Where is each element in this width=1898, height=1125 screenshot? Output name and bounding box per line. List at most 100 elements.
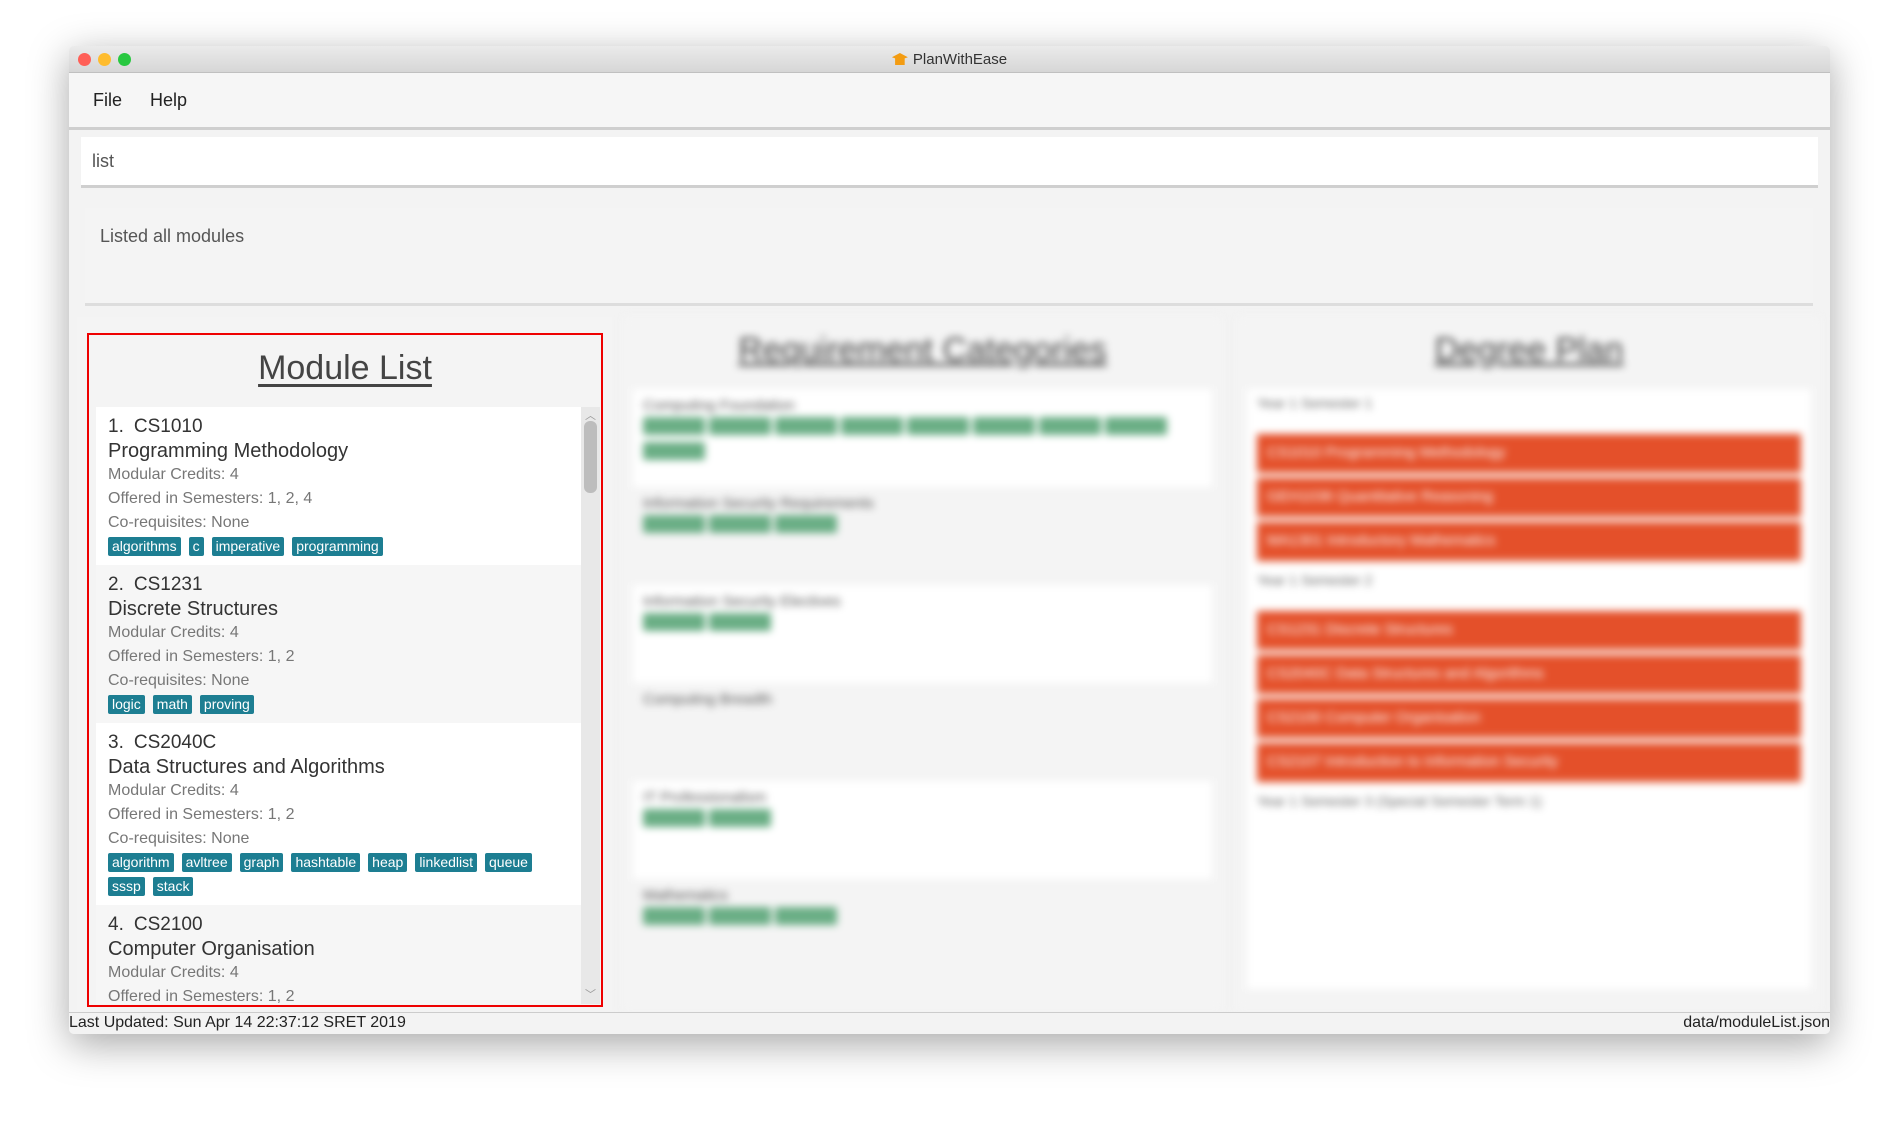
module-semesters: Offered in Semesters: 1, 2, 4 xyxy=(108,490,313,507)
category-module-tag xyxy=(1105,417,1167,435)
requirement-category[interactable]: Computing Foundation xyxy=(633,389,1212,487)
semester-credits xyxy=(1247,411,1811,430)
module-tag: imperative xyxy=(211,537,285,556)
title-bar: PlanWithEase xyxy=(69,46,1830,73)
module-tag: hashtable xyxy=(291,853,361,872)
module-list: 1. CS1010 Programming Methodology Modular C… xyxy=(96,407,600,1004)
module-corequisites: Co-requisites: None xyxy=(108,672,250,689)
last-updated: Last Updated: Sun Apr 14 22:37:12 SRET 2… xyxy=(69,1014,406,1031)
module-code-text: CS2040C xyxy=(133,732,217,753)
module-card[interactable]: 1. CS1010 Programming Methodology Modular C… xyxy=(96,407,583,565)
app-window: PlanWithEase File Help list Listed all m… xyxy=(69,46,1830,1034)
semester-label: Year 1 Semester 2 xyxy=(1257,572,1373,588)
module-card[interactable]: 4. CS2100 Computer Organisation Modular Cre… xyxy=(96,905,583,1004)
module-semesters: Offered in Semesters: 1, 2 xyxy=(108,806,295,823)
module-tags: logic math proving xyxy=(108,695,571,714)
module-semesters: Offered in Semesters: 1, 2 xyxy=(108,648,295,665)
command-input[interactable]: list xyxy=(81,137,1818,188)
module-tag: c xyxy=(188,537,204,556)
category-module-tag xyxy=(643,809,705,827)
requirement-category[interactable]: Mathematics xyxy=(633,879,1212,977)
module-code-text: CS1010 xyxy=(133,416,203,437)
category-name: Information Security Electives xyxy=(643,593,841,610)
category-module-tag xyxy=(973,417,1035,435)
module-name: Programming Methodology xyxy=(108,440,349,462)
plan-module[interactable]: CS2040C Data Structures and Algorithms xyxy=(1257,655,1801,695)
category-module-tag xyxy=(643,907,705,925)
module-name: Computer Organisation xyxy=(108,938,315,960)
requirement-category[interactable]: Information Security Electives xyxy=(633,585,1212,683)
plan-module[interactable]: CS2107 Introduction to Information Secur… xyxy=(1257,743,1801,783)
module-tags: algorithms c imperative programming xyxy=(108,537,571,556)
module-tag: linkedlist xyxy=(415,853,478,872)
category-module-tag xyxy=(841,417,903,435)
status-bar: Last Updated: Sun Apr 14 22:37:12 SRET 2… xyxy=(69,1012,1830,1034)
category-module-tag xyxy=(643,515,705,533)
plan-module[interactable]: CS2100 Computer Organisation xyxy=(1257,699,1801,739)
module-tag: queue xyxy=(485,853,532,872)
module-tag: algorithm xyxy=(108,853,174,872)
module-index: 4. xyxy=(108,914,124,935)
module-tag: proving xyxy=(199,695,254,714)
menu-help[interactable]: Help xyxy=(150,90,187,111)
module-index: 1. xyxy=(108,416,124,437)
module-tag: logic xyxy=(108,695,145,714)
category-module-tag xyxy=(643,613,705,631)
requirement-category[interactable]: Information Security Requirements xyxy=(633,487,1212,585)
module-semesters: Offered in Semesters: 1, 2 xyxy=(108,988,295,1004)
requirement-categories-panel: Requirement Categories Computing Foundat… xyxy=(623,317,1222,1010)
module-code: 4. CS2100 xyxy=(108,913,571,937)
module-name: Data Structures and Algorithms xyxy=(108,756,385,778)
category-module-tag xyxy=(775,417,837,435)
save-file-path: data/moduleList.json xyxy=(1683,1014,1830,1031)
category-module-tag xyxy=(709,515,771,533)
module-tag: algorithms xyxy=(108,537,181,556)
module-card[interactable]: 2. CS1231 Discrete Structures Modular Credi… xyxy=(96,565,583,723)
module-index: 2. xyxy=(108,574,124,595)
module-tag: stack xyxy=(152,877,194,896)
semester-label: Year 1 Semester 3 (Special Semester Term… xyxy=(1257,793,1542,809)
module-name: Discrete Structures xyxy=(108,598,279,620)
module-tag: sssp xyxy=(108,877,145,896)
module-tag: heap xyxy=(368,853,408,872)
plan-module[interactable]: GEH1036 Quantitative Reasoning xyxy=(1257,478,1801,518)
category-module-tag xyxy=(709,809,771,827)
module-card[interactable]: 3. CS2040C Data Structures and Algorithms M… xyxy=(96,723,583,905)
category-name: IT Professionalism xyxy=(643,789,767,806)
category-name: Computing Foundation xyxy=(643,397,795,414)
module-code: 3. CS2040C xyxy=(108,731,571,755)
category-module-tag xyxy=(775,515,837,533)
plan-module[interactable]: MA1301 Introductory Mathematics xyxy=(1257,522,1801,562)
module-tag: math xyxy=(152,695,192,714)
degree-plan-title: Degree Plan xyxy=(1434,331,1624,369)
module-tags: algorithm avltree graph hashtable heap linked… xyxy=(108,853,571,896)
category-module-tag xyxy=(709,613,771,631)
requirement-category[interactable]: IT Professionalism xyxy=(633,781,1212,879)
module-list-scrollbar[interactable]: ︿ ﹀ xyxy=(581,407,600,1004)
window-title-text: PlanWithEase xyxy=(912,51,1008,68)
module-list-panel: Module List 1. CS1010 Programming Methodol… xyxy=(77,317,612,1010)
module-credits: Modular Credits: 4 xyxy=(108,782,239,799)
category-module-tag xyxy=(775,907,837,925)
module-tag: avltree xyxy=(181,853,232,872)
semester-credits xyxy=(1247,809,1811,828)
module-corequisites: Co-requisites: None xyxy=(108,514,250,531)
scrollbar-thumb[interactable] xyxy=(584,421,597,493)
plan-module[interactable]: CS1010 Programming Methodology xyxy=(1257,434,1801,474)
module-tag: programming xyxy=(292,537,383,556)
module-index: 3. xyxy=(108,732,124,753)
module-code-text: CS1231 xyxy=(133,574,203,595)
semester-credits xyxy=(1247,588,1811,607)
semester-label: Year 1 Semester 1 xyxy=(1257,395,1373,411)
module-code: 2. CS1231 xyxy=(108,573,571,597)
category-name: Computing Breadth xyxy=(643,691,773,708)
graduation-cap-icon xyxy=(891,53,908,65)
menu-file[interactable]: File xyxy=(93,90,122,111)
requirement-category[interactable]: Computing Breadth xyxy=(633,683,1212,781)
menu-bar: File Help xyxy=(69,73,1830,130)
module-list-title: Module List xyxy=(258,349,432,387)
category-module-tag xyxy=(643,417,705,435)
result-display: Listed all modules xyxy=(85,208,1813,306)
scroll-down-icon[interactable]: ﹀ xyxy=(585,986,596,1002)
plan-module[interactable]: CS1231 Discrete Structures xyxy=(1257,611,1801,651)
